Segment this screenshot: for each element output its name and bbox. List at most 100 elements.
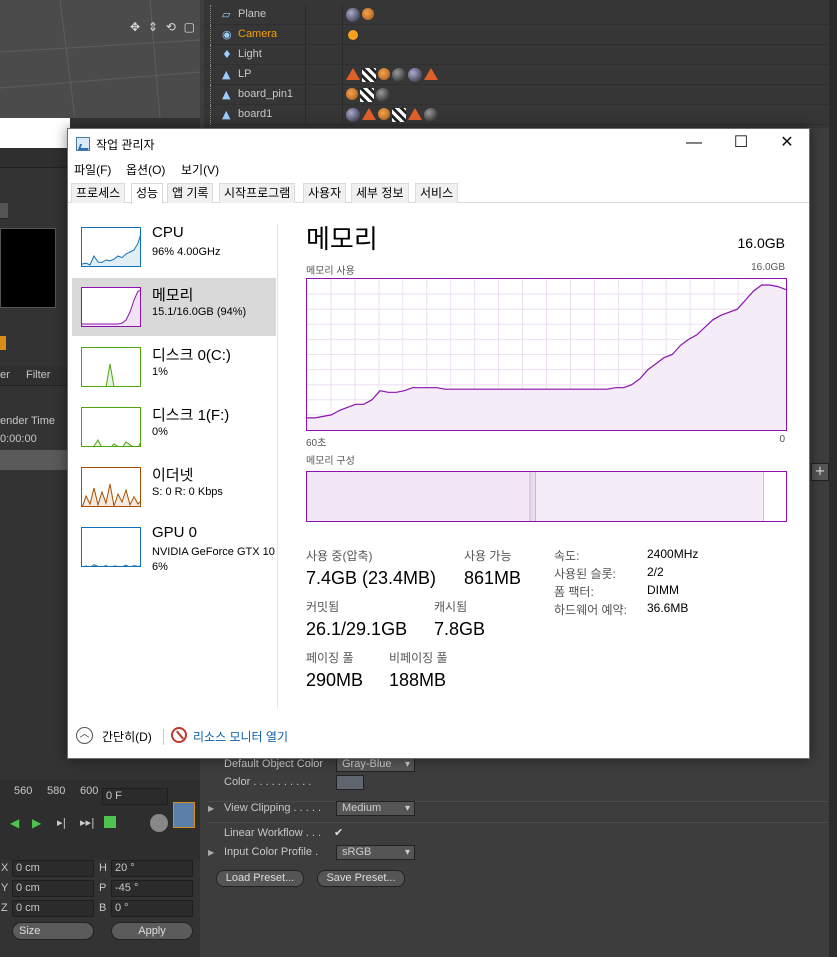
visibility-toggles[interactable] [305, 5, 343, 25]
material-tag-icon[interactable] [424, 68, 438, 80]
composition-segment-free[interactable] [763, 472, 786, 521]
material-tag-icon[interactable] [362, 68, 376, 82]
menu-file[interactable]: 파일(F) [74, 161, 111, 178]
object-name[interactable]: LP [238, 68, 251, 80]
visibility-toggles[interactable] [305, 45, 343, 65]
object-name[interactable]: Light [238, 48, 262, 60]
menu-view[interactable]: 보기(V) [181, 161, 219, 178]
tab-processes[interactable]: 프로세스 [71, 183, 126, 203]
chevron-up-icon[interactable]: ︿ [76, 727, 93, 744]
material-tag-icon[interactable] [346, 68, 360, 80]
play-forward-icon[interactable]: ▶ [32, 816, 41, 830]
p-field[interactable]: -45 ° [111, 880, 193, 897]
material-tag-icon[interactable] [346, 88, 358, 100]
expand-arrow-icon[interactable]: ▶ [208, 848, 214, 857]
material-tag-icon[interactable] [424, 108, 438, 122]
z-field[interactable]: 0 cm [12, 900, 94, 917]
material-tag-icon[interactable] [362, 8, 374, 20]
tab-services[interactable]: 서비스 [415, 183, 459, 203]
open-resource-monitor-link[interactable]: 리소스 모니터 열기 [193, 728, 288, 745]
tab-startup[interactable]: 시작프로그램 [219, 183, 296, 203]
sidebar-item-cpu[interactable]: CPU 96% 4.00GHz [72, 218, 276, 276]
visibility-toggles[interactable] [305, 65, 343, 85]
fewer-details-link[interactable]: 간단히(D) [102, 728, 152, 745]
maximize-icon[interactable]: ☐ [718, 129, 764, 159]
object-row[interactable]: ▲ LP [204, 65, 829, 85]
tab-details[interactable]: 세부 정보 [351, 183, 409, 203]
tree-line [210, 25, 220, 45]
tab-performance[interactable]: 성능 [131, 183, 164, 204]
object-row[interactable]: ▱ Plane [204, 5, 829, 25]
input-color-profile-dropdown[interactable]: sRGB [336, 845, 415, 860]
minimize-icon[interactable]: — [671, 129, 717, 159]
object-row[interactable]: ◉ Camera [204, 25, 829, 45]
tab-users[interactable]: 사용자 [303, 183, 347, 203]
view-clipping-dropdown[interactable]: Medium [336, 801, 415, 816]
next-frame-icon[interactable]: ▸| [57, 816, 66, 829]
object-name[interactable]: Camera [238, 28, 277, 40]
material-tag-icon[interactable] [378, 108, 390, 120]
visibility-toggles[interactable] [305, 85, 343, 105]
object-row[interactable]: ▲ board1 [204, 105, 829, 125]
goto-end-icon[interactable]: ▸▸| [80, 816, 95, 829]
composition-segment-modified[interactable] [530, 472, 536, 521]
close-icon[interactable]: ✕ [764, 129, 810, 159]
material-tag-icon[interactable] [408, 108, 422, 120]
y-field[interactable]: 0 cm [12, 880, 94, 897]
c4d-mini-button[interactable] [0, 203, 8, 219]
save-preset-button[interactable]: Save Preset... [317, 870, 405, 887]
input-color-profile-label: Input Color Profile . [224, 846, 319, 858]
add-icon[interactable]: + [811, 463, 829, 481]
sparkline [81, 527, 141, 567]
material-tag-icon[interactable] [376, 88, 390, 102]
b-field[interactable]: 0 ° [111, 900, 193, 917]
material-tag-icon[interactable] [360, 88, 374, 102]
size-mode-dropdown[interactable]: Size [12, 922, 94, 940]
expand-arrow-icon[interactable]: ▶ [208, 804, 214, 813]
right-scrollbar[interactable] [829, 0, 837, 957]
viewport-nav-icons[interactable]: ✥ ⇕ ⟲ ▢ [130, 20, 197, 34]
sidebar-item-ethernet[interactable]: 이더넷 S: 0 R: 0 Kbps [72, 458, 276, 516]
visibility-toggles[interactable] [305, 25, 343, 45]
tab-app-history[interactable]: 앱 기록 [167, 183, 214, 203]
sidebar-item-memory[interactable]: 메모리 15.1/16.0GB (94%) [72, 278, 276, 336]
material-tag-icon[interactable] [362, 108, 376, 120]
menu-options[interactable]: 옵션(O) [126, 161, 165, 178]
object-name[interactable]: board_pin1 [238, 88, 293, 100]
composition-segment-standby[interactable] [535, 472, 764, 521]
default-object-color-dropdown[interactable]: Gray-Blue [336, 757, 415, 772]
film-icon[interactable] [173, 802, 195, 828]
material-tag-icon[interactable] [378, 68, 390, 80]
visibility-toggles[interactable] [305, 105, 343, 125]
material-tag-icon[interactable] [346, 8, 360, 22]
sidebar-item-disk1[interactable]: 디스크 1(F:) 0% [72, 398, 276, 456]
material-tag-icon[interactable] [408, 68, 422, 82]
title-bar[interactable]: 작업 관리자 — ☐ ✕ [68, 129, 809, 159]
c4d-viewport[interactable] [0, 0, 200, 118]
sidebar-item-gpu0[interactable]: GPU 0 NVIDIA GeForce GTX 10 6% [72, 518, 276, 576]
material-tag-icon[interactable] [392, 108, 406, 122]
material-tag-icon[interactable] [346, 108, 360, 122]
sidebar-item-disk0[interactable]: 디스크 0(C:) 1% [72, 338, 276, 396]
usage-graph-label: 메모리 사용 [306, 266, 355, 277]
material-tag-icon[interactable] [392, 68, 406, 82]
resource-monitor-icon[interactable] [171, 727, 187, 743]
column-header-1[interactable]: er [0, 369, 10, 381]
x-field[interactable]: 0 cm [12, 860, 94, 877]
record-key-icon[interactable] [104, 816, 116, 828]
frame-field[interactable]: 0 F [102, 788, 168, 805]
color-swatch[interactable] [336, 775, 364, 790]
material-tag-icon[interactable] [346, 28, 360, 42]
composition-segment-in-use[interactable] [307, 472, 531, 521]
play-backward-icon[interactable]: ◀ [10, 816, 19, 830]
object-name[interactable]: Plane [238, 8, 266, 20]
load-preset-button[interactable]: Load Preset... [216, 870, 304, 887]
linear-workflow-checkbox[interactable]: ✔ [334, 826, 347, 839]
object-row[interactable]: ♦ Light [204, 45, 829, 65]
h-field[interactable]: 20 ° [111, 860, 193, 877]
column-header-filter[interactable]: Filter [26, 369, 50, 381]
autokey-icon[interactable] [150, 814, 168, 832]
apply-button[interactable]: Apply [111, 922, 193, 940]
object-row[interactable]: ▲ board_pin1 [204, 85, 829, 105]
object-name[interactable]: board1 [238, 108, 272, 120]
